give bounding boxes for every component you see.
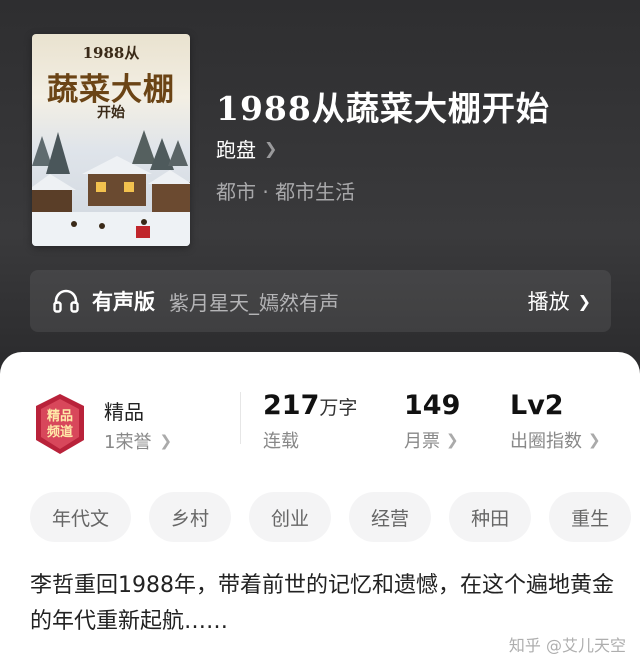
watermark: 知乎 @艾儿天空 bbox=[508, 636, 626, 655]
stat-value: 149 bbox=[404, 390, 461, 421]
stat-label: 出圈指数 bbox=[510, 431, 582, 452]
tag-list: 年代文 乡村 创业 经营 种田 重生 bbox=[30, 492, 632, 542]
tag[interactable]: 创业 bbox=[249, 492, 332, 542]
headphone-icon bbox=[53, 289, 79, 313]
stat-word-count: 217万字 连载 bbox=[263, 390, 357, 453]
stat-label: 月票 bbox=[404, 431, 440, 452]
chevron-right-icon: ❯ bbox=[588, 431, 601, 449]
tag[interactable]: 重生 bbox=[549, 492, 632, 542]
stat-monthly-votes[interactable]: 149 月票 ❯ bbox=[404, 390, 460, 453]
chevron-right-icon: ❯ bbox=[264, 139, 278, 158]
honor-title: 精品 bbox=[104, 400, 144, 424]
book-title: 1988从蔬菜大棚开始 bbox=[216, 89, 550, 128]
chevron-right-icon: ❯ bbox=[446, 431, 459, 449]
cover-publisher-mark bbox=[136, 226, 150, 238]
author-link[interactable]: 跑盘 ❯ bbox=[216, 134, 277, 163]
cover-snow-scene bbox=[32, 130, 190, 246]
stat-value: 217 bbox=[263, 390, 320, 421]
honor-link[interactable]: 1荣誉 ❯ bbox=[104, 428, 172, 454]
author-name: 跑盘 bbox=[216, 138, 256, 162]
stat-value: Lv2 bbox=[510, 390, 564, 421]
narrator-name: 紫月星天_嫣然有声 bbox=[169, 290, 339, 315]
honor-badge-icon[interactable]: 精品 频道 bbox=[32, 392, 88, 456]
play-label: 播放 bbox=[527, 290, 570, 314]
cover-subtitle: 1988从 bbox=[82, 44, 140, 62]
honor-count: 1荣誉 bbox=[104, 432, 152, 453]
book-cover[interactable]: 1988从 蔬菜大棚 开始 bbox=[32, 34, 190, 246]
cover-small-text: 开始 bbox=[97, 105, 125, 121]
svg-text:频道: 频道 bbox=[47, 424, 73, 440]
tag[interactable]: 经营 bbox=[349, 492, 432, 542]
chevron-right-icon: ❯ bbox=[159, 432, 173, 450]
book-description[interactable]: 李哲重回1988年，带着前世的记忆和遗憾，在这个遍地黄金的年代重新起航…… bbox=[30, 568, 615, 640]
svg-text:精品: 精品 bbox=[47, 408, 73, 424]
divider bbox=[240, 392, 241, 444]
audiobook-bar[interactable]: 有声版 紫月星天_嫣然有声 播放 ❯ bbox=[30, 270, 611, 332]
stat-label: 连载 bbox=[263, 431, 299, 452]
tag[interactable]: 年代文 bbox=[30, 492, 132, 542]
stat-popularity-index[interactable]: Lv2 出圈指数 ❯ bbox=[510, 390, 601, 453]
stat-unit: 万字 bbox=[319, 397, 358, 419]
audiobook-label: 有声版 bbox=[92, 290, 155, 314]
genre-label: 都市 · 都市生活 bbox=[216, 180, 356, 204]
tag[interactable]: 乡村 bbox=[149, 492, 232, 542]
book-detail-sheet: 精品 频道 精品 1荣誉 ❯ 217万字 连载 149 月票 ❯ Lv2 出圈指数… bbox=[0, 352, 640, 668]
play-button[interactable]: 播放 ❯ bbox=[528, 286, 591, 316]
chevron-right-icon: ❯ bbox=[577, 291, 591, 311]
tag[interactable]: 种田 bbox=[449, 492, 532, 542]
